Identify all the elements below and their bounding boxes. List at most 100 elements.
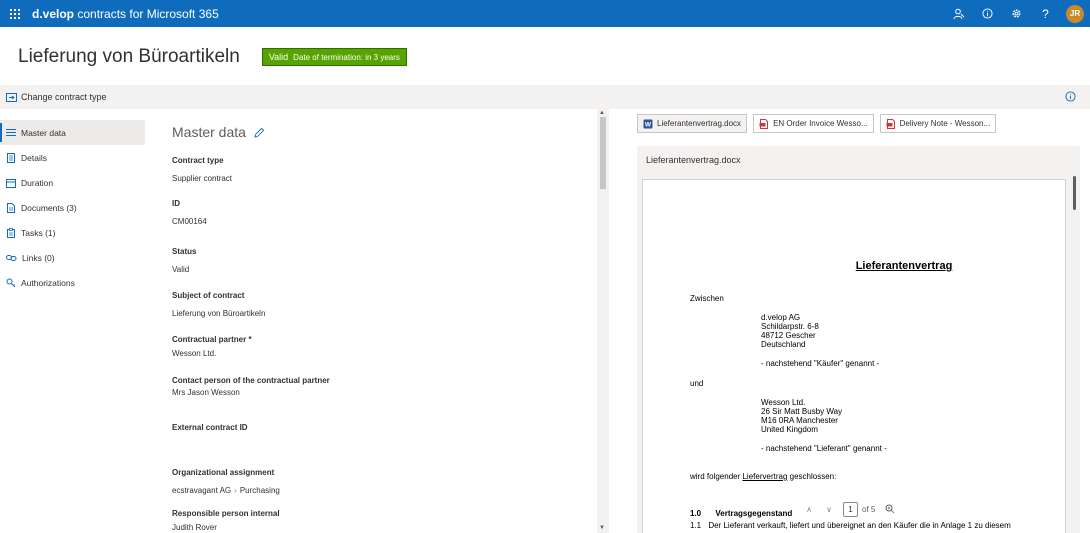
document-page[interactable]: Lieferantenvertrag Zwischen d.velop AG S… bbox=[642, 179, 1066, 533]
sidebar-item-documents[interactable]: Documents (3) bbox=[0, 195, 145, 220]
org-department: Purchasing bbox=[239, 486, 280, 495]
doc-address-line: M16 0RA Manchester bbox=[761, 416, 838, 425]
field-status: Status Valid bbox=[172, 247, 196, 274]
document-pager: ∧ ∨ 1 of 5 bbox=[799, 498, 917, 521]
sidebar-item-label: Links (0) bbox=[22, 252, 55, 263]
pencil-edit-icon[interactable] bbox=[254, 127, 265, 138]
scroll-down-arrow-icon[interactable]: ▼ bbox=[599, 525, 605, 531]
field-responsible-person: Responsible person internal Judith Rover bbox=[172, 509, 280, 532]
document-tab[interactable]: Delivery Note - Wesson... bbox=[879, 114, 997, 133]
key-icon bbox=[6, 278, 16, 287]
avatar[interactable]: JR bbox=[1066, 4, 1084, 23]
field-label: Contract type bbox=[172, 156, 224, 165]
doc-text: und bbox=[690, 379, 704, 388]
doc-text: - nachstehend "Käufer" genannt - bbox=[761, 359, 880, 368]
clipboard-icon bbox=[7, 227, 15, 238]
contract-type-icon bbox=[6, 92, 17, 102]
doc-link-text: Liefervertrag bbox=[742, 472, 788, 481]
field-value[interactable]: Lieferung von Büroartikeln bbox=[172, 309, 265, 318]
doc-clause-number: 1.1 bbox=[690, 521, 702, 530]
page-title: Lieferung von Büroartikeln bbox=[18, 46, 240, 67]
sidebar-item-links[interactable]: Links (0) bbox=[0, 245, 145, 270]
brand-suffix: contracts for Microsoft 365 bbox=[77, 6, 219, 21]
sidebar-item-tasks[interactable]: Tasks (1) bbox=[0, 220, 145, 245]
scrollbar-thumb[interactable] bbox=[600, 117, 606, 189]
sidebar-item-label: Authorizations bbox=[21, 277, 75, 288]
doc-address-line: d.velop AG bbox=[761, 313, 801, 322]
form-scrollbar[interactable]: ▲ ▼ bbox=[597, 109, 609, 533]
doc-text: Zwischen bbox=[690, 294, 724, 303]
app-launcher-icon[interactable] bbox=[0, 0, 30, 27]
people-icon[interactable] bbox=[944, 0, 973, 27]
scroll-up-arrow-icon[interactable]: ▲ bbox=[599, 110, 605, 116]
doc-address-line: Schildarpstr. 6-8 bbox=[761, 322, 819, 331]
field-value[interactable]: Valid bbox=[172, 265, 196, 274]
calendar-icon bbox=[6, 178, 16, 188]
zoom-icon[interactable] bbox=[885, 504, 895, 516]
previous-page-icon[interactable]: ∧ bbox=[799, 505, 819, 514]
doc-address-line: 26 Sir Matt Busby Way bbox=[761, 407, 843, 416]
doc-section-number: 1.0 bbox=[690, 509, 702, 518]
document-tab[interactable]: W Lieferantenvertrag.docx bbox=[637, 114, 748, 133]
field-value[interactable]: Mrs Jason Wesson bbox=[172, 388, 330, 397]
document-heading: Lieferantenvertrag bbox=[855, 260, 953, 272]
document-tabs: W Lieferantenvertrag.docx EN Order Invoi… bbox=[637, 114, 997, 133]
document-tab-label: Delivery Note - Wesson... bbox=[899, 119, 991, 128]
document-preview: Lieferantenvertrag.docx Lieferantenvertr… bbox=[637, 146, 1080, 533]
section-header: Master data bbox=[172, 124, 592, 140]
svg-text:W: W bbox=[645, 121, 652, 128]
settings-icon[interactable] bbox=[1002, 0, 1031, 27]
change-contract-type-label: Change contract type bbox=[21, 92, 107, 102]
word-icon: W bbox=[643, 119, 653, 128]
document-tab-label: Lieferantenvertrag.docx bbox=[657, 119, 742, 128]
sidebar-item-duration[interactable]: Duration bbox=[0, 170, 145, 195]
change-contract-type-button[interactable]: Change contract type bbox=[6, 92, 107, 102]
doc-text: - nachstehend "Lieferant" genannt - bbox=[761, 444, 887, 453]
document-icon bbox=[7, 152, 15, 163]
sidebar-item-master-data[interactable]: Master data bbox=[0, 120, 145, 145]
list-icon bbox=[6, 129, 16, 136]
field-contractual-partner: Contractual partner * Wesson Ltd. bbox=[172, 335, 252, 358]
sidebar-item-label: Duration bbox=[21, 177, 54, 188]
preview-title: Lieferantenvertrag.docx bbox=[646, 155, 741, 165]
field-value[interactable]: Wesson Ltd. bbox=[172, 349, 252, 358]
status-label: Valid bbox=[268, 52, 289, 62]
field-value[interactable]: Supplier contract bbox=[172, 174, 232, 183]
info-circle-icon[interactable] bbox=[1065, 91, 1076, 102]
sidebar-item-label: Master data bbox=[21, 127, 66, 138]
field-label: ID bbox=[172, 199, 180, 208]
help-icon[interactable]: ? bbox=[1031, 0, 1060, 27]
field-subject: Subject of contract Lieferung von Büroar… bbox=[172, 291, 265, 318]
sidebar-item-authorizations[interactable]: Authorizations bbox=[0, 270, 145, 295]
info-icon[interactable] bbox=[973, 0, 1002, 27]
field-value[interactable]: CM00164 bbox=[172, 217, 207, 226]
document-tab[interactable]: EN Order Invoice Wesso... bbox=[753, 114, 874, 133]
field-label: Contact person of the contractual partne… bbox=[172, 376, 330, 385]
next-page-icon[interactable]: ∨ bbox=[819, 505, 839, 514]
command-bar: Change contract type bbox=[0, 85, 1090, 109]
field-label: Organizational assignment bbox=[172, 468, 275, 477]
chevron-right-icon: › bbox=[234, 486, 237, 495]
app-header-bar: d.velop contracts for Microsoft 365 ? JR bbox=[0, 0, 1090, 27]
document-tab-label: EN Order Invoice Wesso... bbox=[773, 119, 868, 128]
field-label: Status bbox=[172, 247, 197, 256]
preview-scrollbar-thumb[interactable] bbox=[1073, 176, 1076, 210]
field-value[interactable]: ecstravagant AG › Purchasing bbox=[172, 486, 280, 495]
link-icon bbox=[6, 254, 17, 261]
doc-address-line: Wesson Ltd. bbox=[761, 398, 806, 407]
app-title: d.velop contracts for Microsoft 365 bbox=[32, 7, 219, 21]
field-organizational-assignment: Organizational assignment ecstravagant A… bbox=[172, 468, 280, 495]
sidebar-item-label: Tasks (1) bbox=[21, 227, 56, 238]
page-number-input[interactable]: 1 bbox=[843, 502, 858, 517]
doc-address-line: United Kingdom bbox=[761, 425, 818, 434]
pdf-icon bbox=[759, 118, 769, 129]
field-label: Responsible person internal bbox=[172, 509, 280, 518]
page-count: of 5 bbox=[862, 505, 876, 514]
field-label: Subject of contract bbox=[172, 291, 245, 300]
sidebar-item-details[interactable]: Details bbox=[0, 145, 145, 170]
section-title: Master data bbox=[172, 124, 246, 140]
field-contract-type: Contract type Supplier contract bbox=[172, 156, 232, 183]
field-value[interactable]: Judith Rover bbox=[172, 523, 280, 532]
doc-text-fragment: geschlossen: bbox=[789, 472, 837, 481]
status-badge: Valid Date of termination: in 3 years bbox=[261, 48, 407, 66]
